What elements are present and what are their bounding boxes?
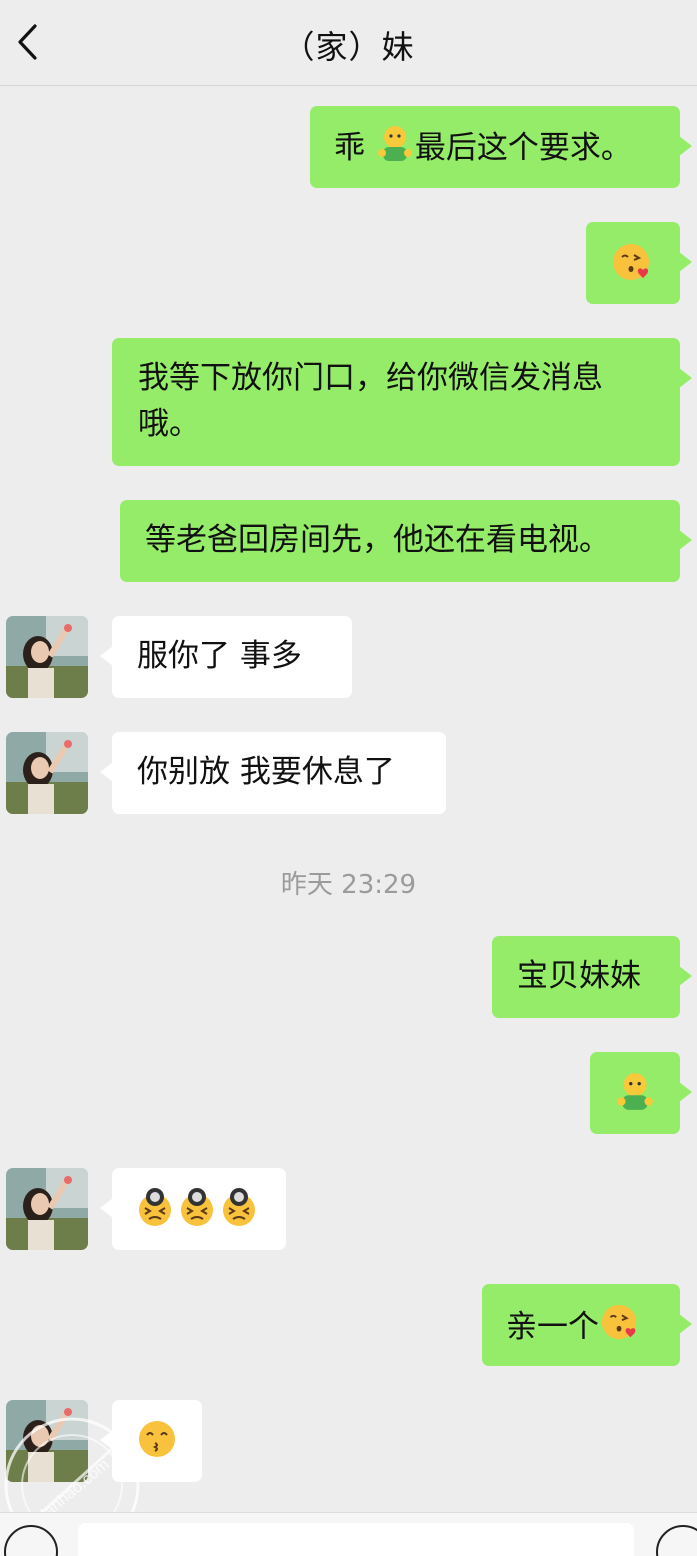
message-text: 最后这个要求。 — [414, 130, 632, 166]
message-text: 亲一个 — [506, 1309, 599, 1345]
message-text: 乖 — [334, 130, 375, 166]
message-text: 你别放 我要休息了 — [137, 754, 395, 790]
message-bubble-outgoing[interactable]: 我等下放你门口，给你微信发消息哦。 — [112, 338, 692, 466]
message-bubble-outgoing[interactable]: 亲一个 — [482, 1284, 692, 1366]
message-bubble-outgoing[interactable] — [586, 222, 692, 304]
message-bubble-incoming[interactable] — [100, 1168, 286, 1250]
message-bubble-outgoing[interactable]: 乖 最后这个要求。 — [310, 106, 692, 188]
message-text: 我等下放你门口，给你微信发消息哦。 — [138, 360, 603, 442]
person-with-hands-icon — [614, 1070, 656, 1125]
person-with-hands-icon — [375, 123, 415, 176]
voice-button[interactable] — [4, 1525, 58, 1556]
input-bar — [0, 1512, 697, 1556]
face-blowing-kiss-icon — [599, 1301, 641, 1356]
message-text: 等老爸回房间先，他还在看电视。 — [145, 522, 610, 558]
message-input[interactable] — [78, 1523, 634, 1556]
message-timestamp: 昨天 23:29 — [280, 870, 417, 900]
avatar[interactable] — [6, 1168, 88, 1250]
frustrated-face-icon — [176, 1186, 218, 1241]
message-bubble-outgoing[interactable]: 宝贝妹妹 — [492, 936, 692, 1018]
avatar[interactable] — [6, 732, 88, 814]
message-bubble-incoming[interactable]: 服你了 事多 — [100, 616, 352, 698]
frustrated-face-icon — [134, 1186, 176, 1241]
message-bubble-outgoing[interactable] — [590, 1052, 692, 1134]
message-bubble-incoming[interactable] — [100, 1400, 202, 1482]
message-text: 宝贝妹妹 — [517, 958, 641, 994]
face-blowing-kiss-icon — [610, 240, 654, 297]
avatar[interactable] — [6, 1400, 88, 1482]
message-bubble-incoming[interactable]: 你别放 我要休息了 — [100, 732, 446, 814]
kissing-face-smiling-eyes-icon — [136, 1418, 178, 1473]
avatar[interactable] — [6, 616, 88, 698]
message-text: 服你了 事多 — [137, 638, 302, 674]
message-bubble-outgoing[interactable]: 等老爸回房间先，他还在看电视。 — [120, 500, 692, 582]
chat-title: （家）妹 — [282, 28, 415, 66]
chat-header: （家）妹 — [0, 0, 697, 86]
emoji-button[interactable] — [656, 1525, 697, 1556]
frustrated-face-icon — [218, 1186, 260, 1241]
